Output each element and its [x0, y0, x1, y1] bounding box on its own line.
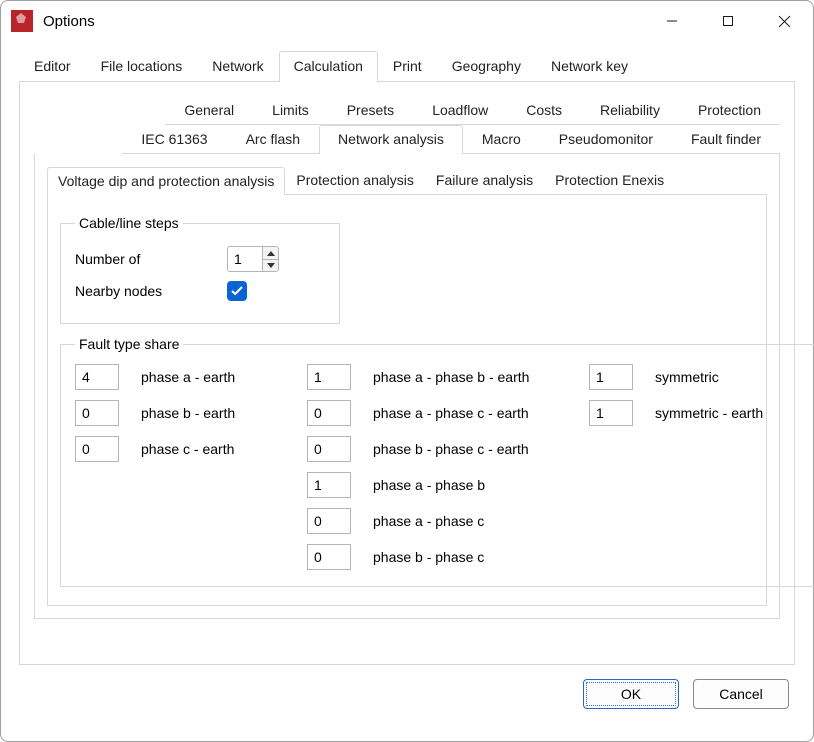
main-tabstrip: Editor File locations Network Calculatio…	[19, 51, 795, 82]
nearby-nodes-checkbox[interactable]	[227, 281, 247, 301]
close-icon	[778, 15, 791, 28]
fault-symmetric-earth-input[interactable]	[589, 400, 633, 426]
fault-phase-bc-label: phase b - phase c	[373, 549, 583, 565]
subtab-costs[interactable]: Costs	[507, 96, 581, 124]
fault-phase-b-earth-input[interactable]	[75, 400, 119, 426]
fault-phase-ac-earth-label: phase a - phase c - earth	[373, 405, 583, 421]
fault-phase-c-earth-label: phase c - earth	[141, 441, 301, 457]
subsubtab-voltage-dip[interactable]: Voltage dip and protection analysis	[47, 167, 285, 195]
options-window: Options Editor File locations Network Ca…	[0, 0, 814, 742]
fault-phase-b-earth-label: phase b - earth	[141, 405, 301, 421]
subtab-protection[interactable]: Protection	[679, 96, 780, 124]
main-tabbody: General Limits Presets Loadflow Costs Re…	[19, 82, 795, 665]
subtab-general[interactable]: General	[165, 96, 253, 124]
subtab-arc-flash[interactable]: Arc flash	[227, 125, 319, 153]
subtab-macro[interactable]: Macro	[463, 125, 540, 153]
fault-phase-ac-label: phase a - phase c	[373, 513, 583, 529]
subsub-tabstrip: Voltage dip and protection analysis Prot…	[47, 166, 767, 195]
tab-calculation[interactable]: Calculation	[279, 51, 378, 82]
tab-file-locations[interactable]: File locations	[86, 51, 198, 81]
nearby-nodes-label: Nearby nodes	[75, 283, 215, 299]
tab-editor[interactable]: Editor	[19, 51, 86, 81]
ok-button[interactable]: OK	[583, 679, 679, 709]
number-of-spin-down[interactable]	[263, 259, 278, 271]
chevron-down-icon	[267, 263, 275, 268]
subsubtab-failure-analysis[interactable]: Failure analysis	[425, 166, 544, 194]
maximize-button[interactable]	[705, 6, 751, 36]
fault-phase-ab-earth-label: phase a - phase b - earth	[373, 369, 583, 385]
tab-network[interactable]: Network	[197, 51, 278, 81]
sub-tabbody: Voltage dip and protection analysis Prot…	[34, 154, 780, 619]
maximize-icon	[722, 15, 734, 27]
fault-symmetric-input[interactable]	[589, 364, 633, 390]
subtab-fault-finder[interactable]: Fault finder	[672, 125, 780, 153]
fault-phase-bc-earth-input[interactable]	[307, 436, 351, 462]
fault-phase-a-earth-input[interactable]	[75, 364, 119, 390]
fault-phase-bc-earth-label: phase b - phase c - earth	[373, 441, 583, 457]
tab-print[interactable]: Print	[378, 51, 437, 81]
fault-phase-ab-label: phase a - phase b	[373, 477, 583, 493]
close-button[interactable]	[761, 6, 807, 36]
subsub-tabbody: Cable/line steps Number of	[47, 195, 767, 606]
fault-phase-ab-earth-input[interactable]	[307, 364, 351, 390]
client-area: Editor File locations Network Calculatio…	[1, 41, 813, 741]
fault-grid: phase a - earth phase a - phase b - eart…	[75, 364, 814, 570]
fault-type-share-legend: Fault type share	[75, 336, 183, 352]
fault-phase-ab-input[interactable]	[307, 472, 351, 498]
minimize-icon	[666, 15, 678, 27]
subtab-loadflow[interactable]: Loadflow	[413, 96, 507, 124]
titlebar: Options	[1, 1, 813, 41]
app-icon	[11, 10, 33, 32]
fault-phase-a-earth-label: phase a - earth	[141, 369, 301, 385]
subsubtab-protection-analysis[interactable]: Protection analysis	[285, 166, 425, 194]
cable-line-steps-legend: Cable/line steps	[75, 215, 183, 231]
number-of-label: Number of	[75, 251, 215, 267]
number-of-spinner	[227, 246, 279, 272]
tab-geography[interactable]: Geography	[437, 51, 536, 81]
tab-network-key[interactable]: Network key	[536, 51, 643, 81]
subtab-pseudomonitor[interactable]: Pseudomonitor	[540, 125, 672, 153]
subtab-limits[interactable]: Limits	[253, 96, 328, 124]
fault-phase-bc-input[interactable]	[307, 544, 351, 570]
fault-type-share-group: Fault type share phase a - earth phase a…	[60, 336, 814, 587]
subtab-network-analysis[interactable]: Network analysis	[319, 125, 463, 154]
number-of-input[interactable]	[228, 247, 262, 271]
subtab-iec61363[interactable]: IEC 61363	[122, 125, 226, 153]
cancel-button[interactable]: Cancel	[693, 679, 789, 709]
subsubtab-protection-enexis[interactable]: Protection Enexis	[544, 166, 675, 194]
dialog-footer: OK Cancel	[19, 665, 795, 723]
sub-tabstrip: General Limits Presets Loadflow Costs Re…	[34, 96, 780, 154]
fault-symmetric-label: symmetric	[655, 369, 814, 385]
cable-line-steps-group: Cable/line steps Number of	[60, 215, 340, 324]
subtab-presets[interactable]: Presets	[328, 96, 413, 124]
window-title: Options	[43, 13, 95, 30]
number-of-spin-up[interactable]	[263, 247, 278, 259]
minimize-button[interactable]	[649, 6, 695, 36]
fault-phase-c-earth-input[interactable]	[75, 436, 119, 462]
subtab-reliability[interactable]: Reliability	[581, 96, 679, 124]
check-icon	[231, 286, 243, 296]
fault-phase-ac-input[interactable]	[307, 508, 351, 534]
fault-symmetric-earth-label: symmetric - earth	[655, 405, 814, 421]
chevron-up-icon	[267, 251, 275, 256]
fault-phase-ac-earth-input[interactable]	[307, 400, 351, 426]
